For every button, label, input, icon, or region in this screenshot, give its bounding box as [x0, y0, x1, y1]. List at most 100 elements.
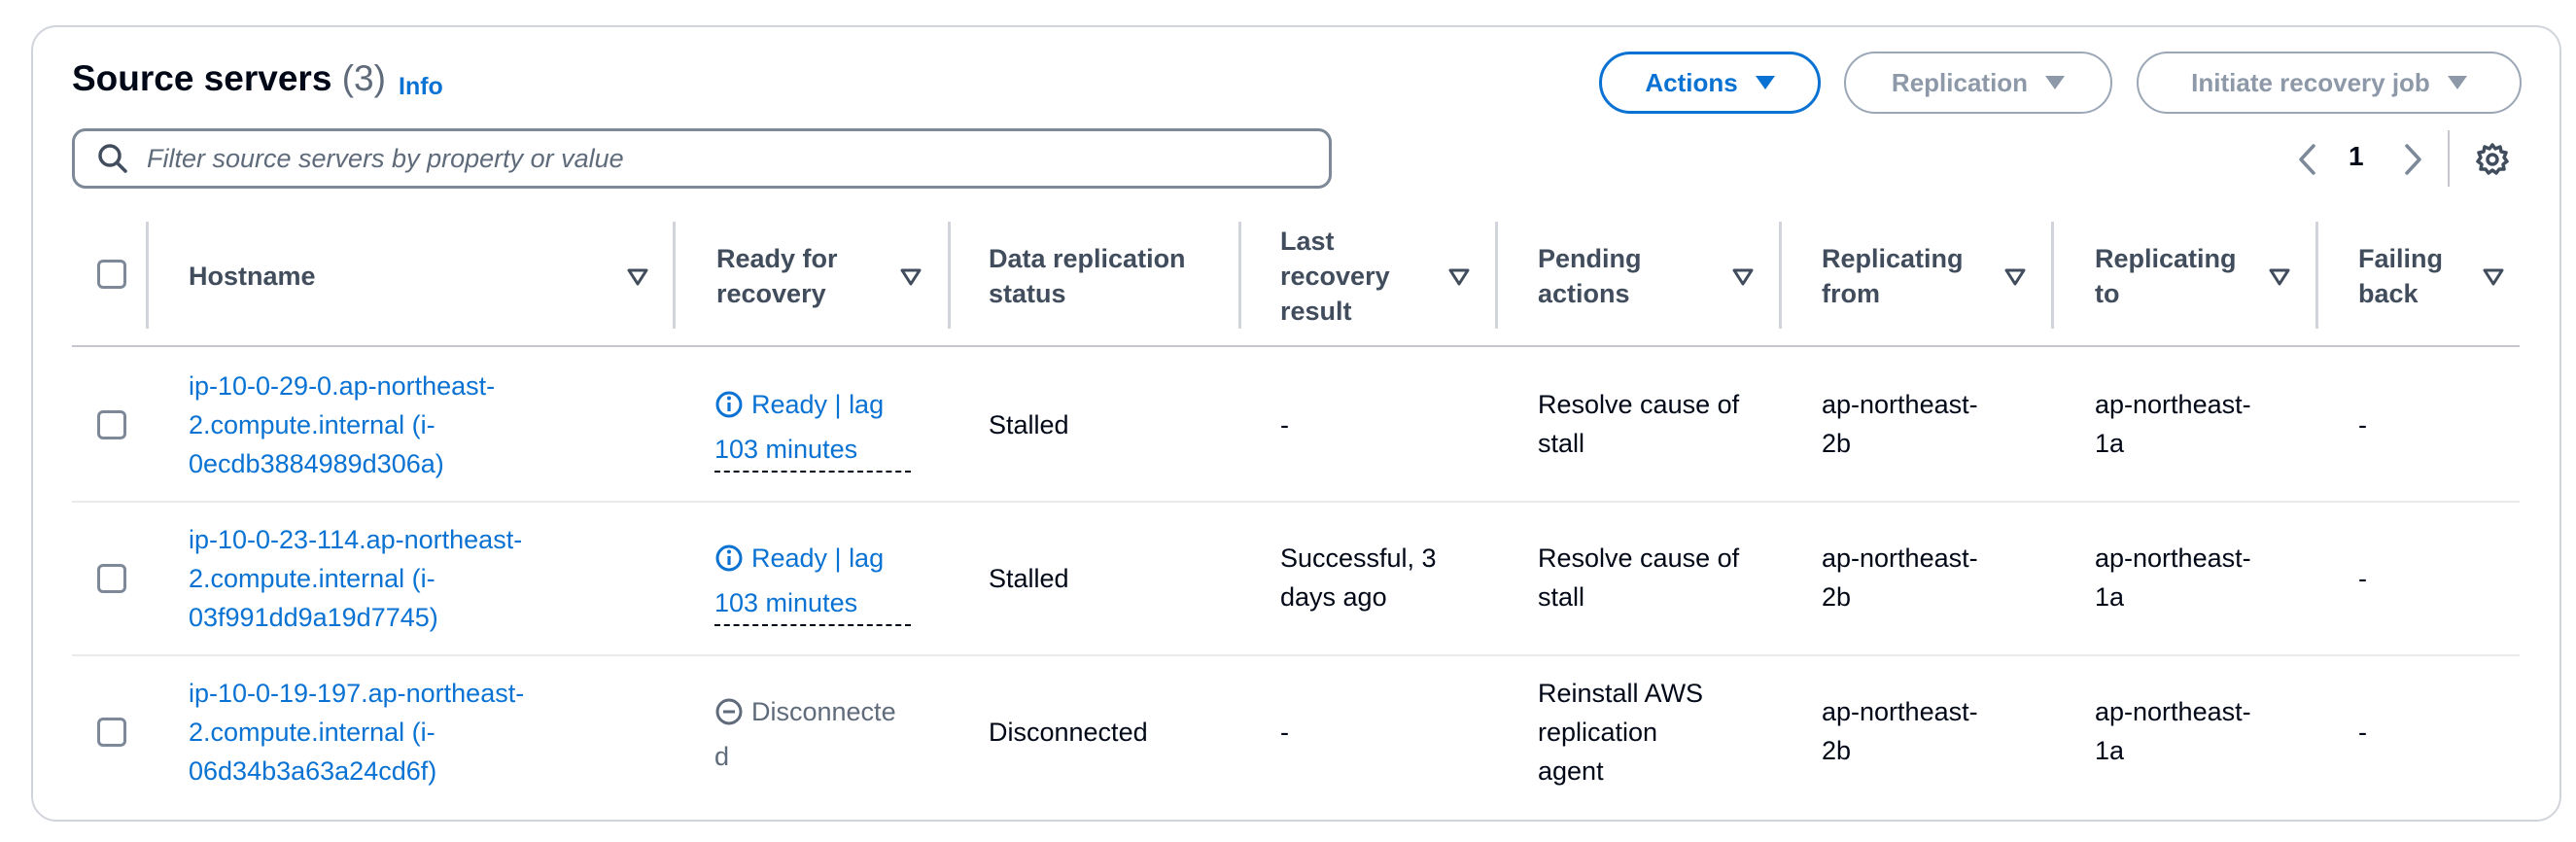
gear-icon[interactable] — [2475, 142, 2510, 177]
actions-label: Actions — [1645, 67, 1738, 97]
info-link[interactable]: Info — [399, 73, 443, 101]
hostname-line1: ip-10-0-29-0.ap-northeast- — [189, 371, 496, 401]
last-line1: - — [1280, 410, 1289, 439]
ready-status[interactable]: Ready | lag 103 minutes — [714, 539, 911, 626]
from-header-line1: Replicating — [1822, 244, 1964, 273]
actions-button[interactable]: Actions — [1599, 52, 1821, 114]
last-line1: Successful, 3 — [1280, 544, 1437, 573]
row-divider — [72, 654, 2520, 656]
title-text: Source servers — [72, 58, 332, 98]
column-divider[interactable] — [1238, 222, 1241, 329]
hostname-line3: 03f991dd9a19d7745) — [189, 603, 438, 632]
replication-status: Disconnected — [989, 718, 1148, 747]
column-header-data-replication-status[interactable]: Data replication status — [989, 241, 1186, 311]
sort-caret-icon[interactable] — [1448, 268, 1470, 286]
from-header-line2: from — [1822, 279, 1880, 308]
sort-caret-icon[interactable] — [900, 268, 922, 286]
chevron-right-icon[interactable] — [2401, 142, 2424, 177]
current-page-number[interactable]: 1 — [2349, 141, 2364, 172]
column-divider[interactable] — [1779, 222, 1782, 329]
hostname-line2: 2.compute.internal (i- — [189, 718, 435, 747]
replicating-from: ap-northeast- 2b — [1822, 692, 1978, 770]
pending-actions: Resolve cause of stall — [1538, 385, 1739, 463]
ready-status[interactable]: Ready | lag 103 minutes — [714, 385, 911, 473]
replication-label: Replication — [1891, 67, 2029, 97]
row-checkbox[interactable] — [97, 410, 126, 439]
column-header-hostname[interactable]: Hostname — [189, 259, 316, 294]
column-header-replicating-from[interactable]: Replicating from — [1822, 241, 1964, 311]
hostname-line3: 0ecdb3884989d306a) — [189, 449, 444, 478]
sort-caret-icon[interactable] — [2483, 268, 2504, 286]
from-line1: ap-northeast- — [1822, 697, 1978, 726]
hostname-link[interactable]: ip-10-0-23-114.ap-northeast- 2.compute.i… — [189, 520, 522, 637]
caret-down-icon — [1755, 76, 1775, 89]
ready-line1: Ready | lag — [751, 544, 885, 573]
failing-back: - — [2358, 410, 2367, 439]
column-header-pending-actions[interactable]: Pending actions — [1538, 241, 1642, 311]
pending-line1: Resolve cause of — [1538, 390, 1740, 419]
ready-status: Disconnecte d — [714, 692, 896, 776]
pending-actions: Resolve cause of stall — [1538, 539, 1739, 616]
row-checkbox[interactable] — [97, 718, 126, 747]
sort-caret-icon[interactable] — [2269, 268, 2290, 286]
last-recovery-result: - — [1280, 713, 1289, 752]
info-circle-icon — [715, 391, 743, 418]
row-checkbox[interactable] — [97, 564, 126, 593]
column-divider[interactable] — [2315, 222, 2318, 329]
repl-status-header-line1: Data replication — [989, 244, 1186, 273]
hostname-line1: ip-10-0-23-114.ap-northeast- — [189, 525, 523, 554]
sort-caret-icon[interactable] — [1732, 268, 1754, 286]
replicating-from: ap-northeast- 2b — [1822, 385, 1978, 463]
replicating-to: ap-northeast- 1a — [2095, 539, 2251, 616]
pending-header-line1: Pending — [1538, 244, 1642, 273]
initiate-recovery-job-button[interactable]: Initiate recovery job — [2137, 52, 2522, 114]
repl-status-header-line2: status — [989, 279, 1066, 308]
ready-line2: 103 minutes — [714, 430, 911, 473]
ready-line1: Disconnecte — [751, 697, 896, 726]
pending-line2: stall — [1538, 582, 1585, 612]
last-header-line1: Last — [1280, 227, 1335, 256]
replication-status: Stalled — [989, 564, 1069, 593]
column-divider[interactable] — [1495, 222, 1498, 329]
pending-actions: Reinstall AWS replication agent — [1538, 674, 1703, 790]
caret-down-icon — [2045, 76, 2066, 89]
column-header-ready-for-recovery[interactable]: Ready for recovery — [716, 241, 838, 311]
column-divider[interactable] — [948, 222, 951, 329]
hostname-line2: 2.compute.internal (i- — [189, 410, 435, 439]
from-line2: 2b — [1822, 582, 1852, 612]
sort-caret-icon[interactable] — [627, 268, 648, 286]
hostname-link[interactable]: ip-10-0-29-0.ap-northeast- 2.compute.int… — [189, 367, 495, 483]
column-header-replicating-to[interactable]: Replicating to — [2095, 241, 2237, 311]
pending-line1: Reinstall AWS — [1538, 679, 1704, 708]
search-input[interactable]: Filter source servers by property or val… — [72, 128, 1332, 189]
column-divider[interactable] — [2051, 222, 2054, 329]
replicating-from: ap-northeast- 2b — [1822, 539, 1978, 616]
ready-line2: 103 minutes — [714, 583, 911, 626]
last-recovery-result: - — [1280, 405, 1289, 444]
search-placeholder: Filter source servers by property or val… — [147, 143, 624, 173]
column-header-last-recovery-result[interactable]: Last recovery result — [1280, 224, 1390, 329]
chevron-left-icon[interactable] — [2296, 142, 2319, 177]
replication-button[interactable]: Replication — [1844, 52, 2112, 114]
hostname-link[interactable]: ip-10-0-19-197.ap-northeast- 2.compute.i… — [189, 674, 524, 790]
replicating-to: ap-northeast- 1a — [2095, 692, 2251, 770]
failing-header-line2: back — [2358, 279, 2419, 308]
pending-header-line2: actions — [1538, 279, 1630, 308]
table-header-divider — [72, 345, 2520, 347]
to-line2: 1a — [2095, 582, 2125, 612]
select-all-checkbox[interactable] — [97, 260, 126, 289]
ready-line2: d — [714, 742, 730, 771]
from-line1: ap-northeast- — [1822, 544, 1978, 573]
column-divider — [146, 222, 149, 329]
to-line1: ap-northeast- — [2095, 544, 2251, 573]
column-header-failing-back[interactable]: Failing back — [2358, 241, 2443, 311]
stop-circle-icon — [715, 698, 743, 725]
hostname-line3: 06d34b3a63a24cd6f) — [189, 756, 437, 786]
sort-caret-icon[interactable] — [2004, 268, 2026, 286]
last-line1: - — [1280, 718, 1289, 747]
column-divider[interactable] — [673, 222, 676, 329]
replication-status: Stalled — [989, 410, 1069, 439]
failing-back: - — [2358, 718, 2367, 747]
pending-line1: Resolve cause of — [1538, 544, 1740, 573]
to-line2: 1a — [2095, 429, 2125, 458]
